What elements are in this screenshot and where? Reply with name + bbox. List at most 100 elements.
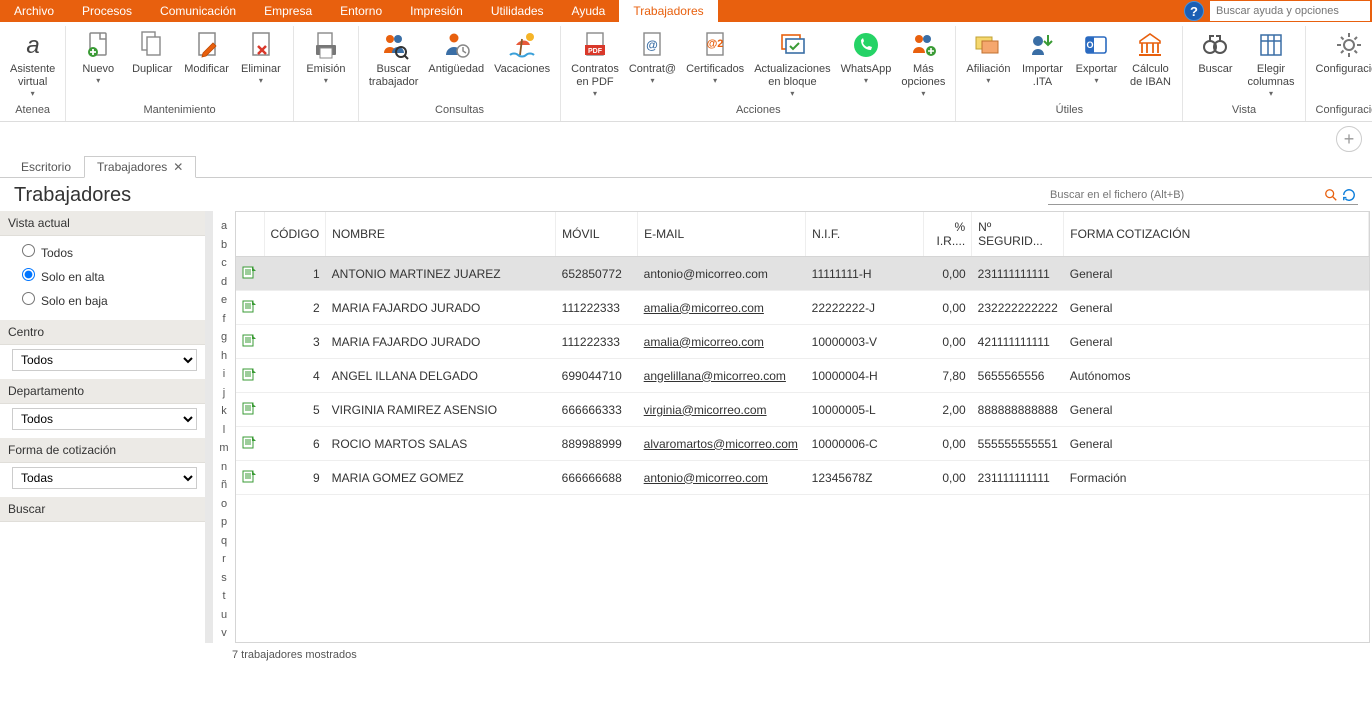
az-r[interactable]: r	[222, 550, 226, 569]
departamento-select[interactable]: Todos	[12, 408, 197, 430]
email-link[interactable]: amalia@micorreo.com	[644, 301, 764, 315]
ribbon-columns[interactable]: Elegir columnas	[1243, 26, 1298, 101]
file-search-input[interactable]	[1048, 186, 1322, 204]
ribbon-person-clock[interactable]: Antigüedad	[424, 26, 488, 78]
az-o[interactable]: o	[221, 495, 227, 514]
az-u[interactable]: u	[221, 606, 227, 625]
ribbon-doc-del[interactable]: Eliminar	[235, 26, 287, 88]
filter-buscar-header[interactable]: Buscar	[0, 497, 205, 522]
side-scrollbar[interactable]	[205, 211, 213, 643]
az-m[interactable]: m	[219, 439, 228, 458]
az-i[interactable]: i	[223, 365, 225, 384]
az-k[interactable]: k	[221, 402, 227, 421]
row-icon	[242, 435, 258, 449]
az-v[interactable]: v	[221, 624, 227, 643]
table-row[interactable]: 2MARIA FAJARDO JURADO111222333amalia@mic…	[236, 291, 1369, 325]
add-tab-button[interactable]: +	[1336, 126, 1362, 152]
az-c[interactable]: c	[221, 254, 227, 273]
ribbon-gear[interactable]: Configuración	[1312, 26, 1372, 78]
ribbon-doc-plus[interactable]: Nuevo	[72, 26, 124, 88]
workers-table: CÓDIGONOMBREMÓVILE-MAILN.I.F.% I.R....Nº…	[236, 212, 1369, 495]
vista-option-alta[interactable]: Solo en alta	[22, 264, 197, 288]
table-row[interactable]: 6ROCIO MARTOS SALAS889988999alvaromartos…	[236, 427, 1369, 461]
table-row[interactable]: 3MARIA FAJARDO JURADO111222333amalia@mic…	[236, 325, 1369, 359]
menu-trabajadores[interactable]: Trabajadores	[619, 0, 717, 22]
az-l[interactable]: l	[223, 421, 225, 440]
ribbon-pdf[interactable]: PDFContratos en PDF	[567, 26, 623, 101]
col-nseg[interactable]: Nº SEGURID...	[972, 212, 1064, 257]
az-p[interactable]: p	[221, 513, 227, 532]
col-codigo[interactable]: CÓDIGO	[264, 212, 326, 257]
az-a[interactable]: a	[221, 217, 227, 236]
forma-select[interactable]: Todas	[12, 467, 197, 489]
ribbon-people-search[interactable]: Buscar trabajador	[365, 26, 423, 91]
ribbon-beach[interactable]: Vacaciones	[490, 26, 554, 78]
tab-escritorio[interactable]: Escritorio	[8, 156, 84, 177]
menu-empresa[interactable]: Empresa	[250, 0, 326, 22]
vista-option-baja[interactable]: Solo en baja	[22, 288, 197, 312]
help-search-input[interactable]	[1210, 1, 1370, 21]
ribbon-import[interactable]: Importar .ITA	[1016, 26, 1068, 91]
az-t[interactable]: t	[222, 587, 225, 606]
email-link[interactable]: amalia@micorreo.com	[644, 335, 764, 349]
centro-select[interactable]: Todos	[12, 349, 197, 371]
ribbon-block[interactable]: Actualizaciones en bloque	[750, 26, 834, 101]
col-email[interactable]: E-MAIL	[638, 212, 806, 257]
ribbon-whatsapp[interactable]: WhatsApp	[837, 26, 896, 88]
col-movil[interactable]: MÓVIL	[556, 212, 638, 257]
vista-option-todos[interactable]: Todos	[22, 240, 197, 264]
ribbon-doc-edit[interactable]: Modificar	[180, 26, 233, 78]
az-j[interactable]: j	[223, 384, 225, 403]
col-ir[interactable]: % I.R....	[924, 212, 972, 257]
vista-radio-todos[interactable]	[22, 244, 35, 257]
ribbon-binoc[interactable]: Buscar	[1189, 26, 1241, 78]
email-link[interactable]: alvaromartos@micorreo.com	[644, 437, 798, 451]
menu-comunicación[interactable]: Comunicación	[146, 0, 250, 22]
table-row[interactable]: 9MARIA GOMEZ GOMEZ666666688antonio@micor…	[236, 461, 1369, 495]
refresh-icon[interactable]	[1340, 186, 1358, 204]
menu-ayuda[interactable]: Ayuda	[558, 0, 620, 22]
menu-impresión[interactable]: Impresión	[396, 0, 477, 22]
vista-radio-alta[interactable]	[22, 268, 35, 281]
cell-codigo: 2	[264, 291, 326, 325]
az-b[interactable]: b	[221, 236, 227, 255]
table-row[interactable]: 4ANGEL ILLANA DELGADO699044710angelillan…	[236, 359, 1369, 393]
ribbon-bank[interactable]: Cálculo de IBAN	[1124, 26, 1176, 91]
close-icon[interactable]: ✕	[173, 160, 183, 174]
az-q[interactable]: q	[221, 532, 227, 551]
table-row[interactable]: 1ANTONIO MARTINEZ JUAREZ652850772antonio…	[236, 257, 1369, 291]
email-link[interactable]: antonio@micorreo.com	[644, 471, 768, 485]
az-e[interactable]: e	[221, 291, 227, 310]
az-g[interactable]: g	[221, 328, 227, 347]
vista-radio-baja[interactable]	[22, 292, 35, 305]
menu-procesos[interactable]: Procesos	[68, 0, 146, 22]
col-nombre[interactable]: NOMBRE	[326, 212, 556, 257]
az-d[interactable]: d	[221, 273, 227, 292]
menu-utilidades[interactable]: Utilidades	[477, 0, 558, 22]
col-forma[interactable]: FORMA COTIZACIÓN	[1064, 212, 1369, 257]
ribbon-alpha[interactable]: aAsistente virtual	[6, 26, 59, 101]
az-s[interactable]: s	[221, 569, 227, 588]
az-f[interactable]: f	[222, 310, 225, 329]
ribbon-export[interactable]: OExportar	[1070, 26, 1122, 88]
ribbon-label: Nuevo	[82, 63, 114, 86]
az-n[interactable]: n	[221, 458, 227, 477]
table-row[interactable]: 5VIRGINIA RAMIREZ ASENSIO666666333virgin…	[236, 393, 1369, 427]
col-nif[interactable]: N.I.F.	[806, 212, 924, 257]
ribbon-group-label: Consultas	[365, 102, 554, 119]
ribbon-afil[interactable]: Afiliación	[962, 26, 1014, 88]
ribbon-doc-dup[interactable]: Duplicar	[126, 26, 178, 78]
menu-archivo[interactable]: Archivo	[0, 0, 68, 22]
az-ñ[interactable]: ñ	[221, 476, 227, 495]
ribbon-doc-print[interactable]: Emisión	[300, 26, 352, 88]
search-icon[interactable]	[1322, 186, 1340, 204]
menu-entorno[interactable]: Entorno	[326, 0, 396, 22]
help-icon[interactable]: ?	[1184, 1, 1204, 21]
az-h[interactable]: h	[221, 347, 227, 366]
tab-trabajadores[interactable]: Trabajadores✕	[84, 156, 196, 178]
ribbon-cert[interactable]: @2Certificados	[682, 26, 748, 88]
ribbon-people-plus[interactable]: Más opciones	[897, 26, 949, 101]
email-link[interactable]: angelillana@micorreo.com	[644, 369, 786, 383]
email-link[interactable]: virginia@micorreo.com	[644, 403, 767, 417]
ribbon-contrata[interactable]: @Contrat@	[625, 26, 680, 88]
